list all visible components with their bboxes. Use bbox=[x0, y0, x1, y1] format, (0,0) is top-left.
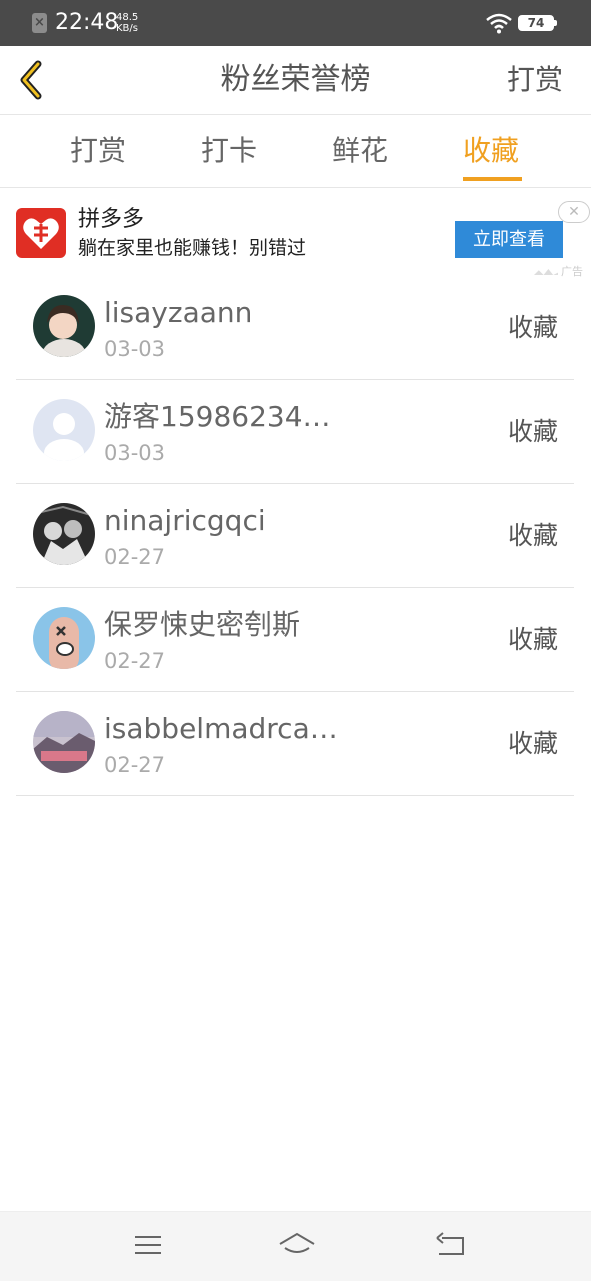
item-date: 02-27 bbox=[104, 753, 166, 777]
ad-view-button[interactable]: 立即查看 bbox=[455, 221, 563, 258]
ad-banner[interactable]: 拼多多 躺在家里也能赚钱！别错过 立即查看 ✕ 广告 bbox=[0, 188, 591, 280]
tab-reward[interactable]: 打赏 bbox=[70, 133, 126, 169]
status-time: 22:48 bbox=[55, 10, 119, 35]
tab-favorites[interactable]: 收藏 bbox=[463, 133, 519, 169]
network-speed: 48.5 KB/s bbox=[116, 12, 138, 34]
back-icon[interactable] bbox=[433, 1230, 467, 1260]
tab-flowers[interactable]: 鲜花 bbox=[332, 133, 388, 169]
avatar[interactable] bbox=[33, 607, 95, 669]
favorite-label: 收藏 bbox=[507, 729, 558, 758]
ad-mark-icon bbox=[534, 269, 558, 275]
user-name: lisayzaann bbox=[104, 296, 253, 329]
page-title: 粉丝荣誉榜 bbox=[220, 62, 371, 97]
item-date: 03-03 bbox=[104, 337, 166, 361]
system-nav-bar bbox=[0, 1211, 591, 1281]
list-item[interactable]: 保罗悚史密刳斯 02-27 收藏 bbox=[16, 588, 574, 692]
tab-checkin[interactable]: 打卡 bbox=[201, 133, 257, 169]
wifi-icon bbox=[486, 13, 512, 34]
ad-subtitle: 躺在家里也能赚钱！别错过 bbox=[78, 237, 307, 259]
app-header: 粉丝荣誉榜 打赏 bbox=[0, 46, 591, 115]
pinduoduo-logo bbox=[16, 208, 66, 258]
user-name: 保罗悚史密刳斯 bbox=[104, 608, 301, 641]
avatar[interactable] bbox=[33, 399, 95, 461]
active-tab-indicator bbox=[463, 177, 522, 181]
favorites-list: lisayzaann 03-03 收藏 游客15986234… 03-03 收藏… bbox=[0, 276, 591, 796]
item-date: 03-03 bbox=[104, 441, 166, 465]
battery-icon: 74 bbox=[518, 15, 557, 31]
notification-x-icon: × bbox=[32, 13, 47, 33]
user-name: 游客15986234… bbox=[104, 400, 331, 433]
user-name: ninajricgqci bbox=[104, 504, 266, 537]
list-item[interactable]: isabbelmadrca… 02-27 收藏 bbox=[16, 692, 574, 796]
favorite-label: 收藏 bbox=[507, 417, 558, 446]
status-bar: × 22:48 48.5 KB/s 74 bbox=[0, 0, 591, 46]
heart-logo-icon bbox=[23, 218, 59, 249]
list-item[interactable]: lisayzaann 03-03 收藏 bbox=[16, 276, 574, 380]
item-date: 02-27 bbox=[104, 545, 166, 569]
reward-button[interactable]: 打赏 bbox=[507, 62, 563, 98]
close-icon[interactable]: ✕ bbox=[558, 201, 590, 223]
avatar[interactable] bbox=[33, 711, 95, 773]
favorite-label: 收藏 bbox=[507, 313, 558, 342]
tab-bar: 打赏 打卡 鲜花 收藏 bbox=[0, 115, 591, 188]
menu-icon[interactable] bbox=[131, 1230, 165, 1260]
ad-title: 拼多多 bbox=[78, 207, 145, 232]
list-item[interactable]: 游客15986234… 03-03 收藏 bbox=[16, 380, 574, 484]
item-date: 02-27 bbox=[104, 649, 166, 673]
network-speed-unit: KB/s bbox=[116, 23, 138, 34]
avatar[interactable] bbox=[33, 503, 95, 565]
favorite-label: 收藏 bbox=[507, 521, 558, 550]
favorite-label: 收藏 bbox=[507, 625, 558, 654]
network-speed-value: 48.5 bbox=[116, 12, 139, 23]
user-name: isabbelmadrca… bbox=[104, 712, 338, 745]
list-item[interactable]: ninajricgqci 02-27 收藏 bbox=[16, 484, 574, 588]
home-icon[interactable] bbox=[277, 1230, 317, 1260]
avatar[interactable] bbox=[33, 295, 95, 357]
